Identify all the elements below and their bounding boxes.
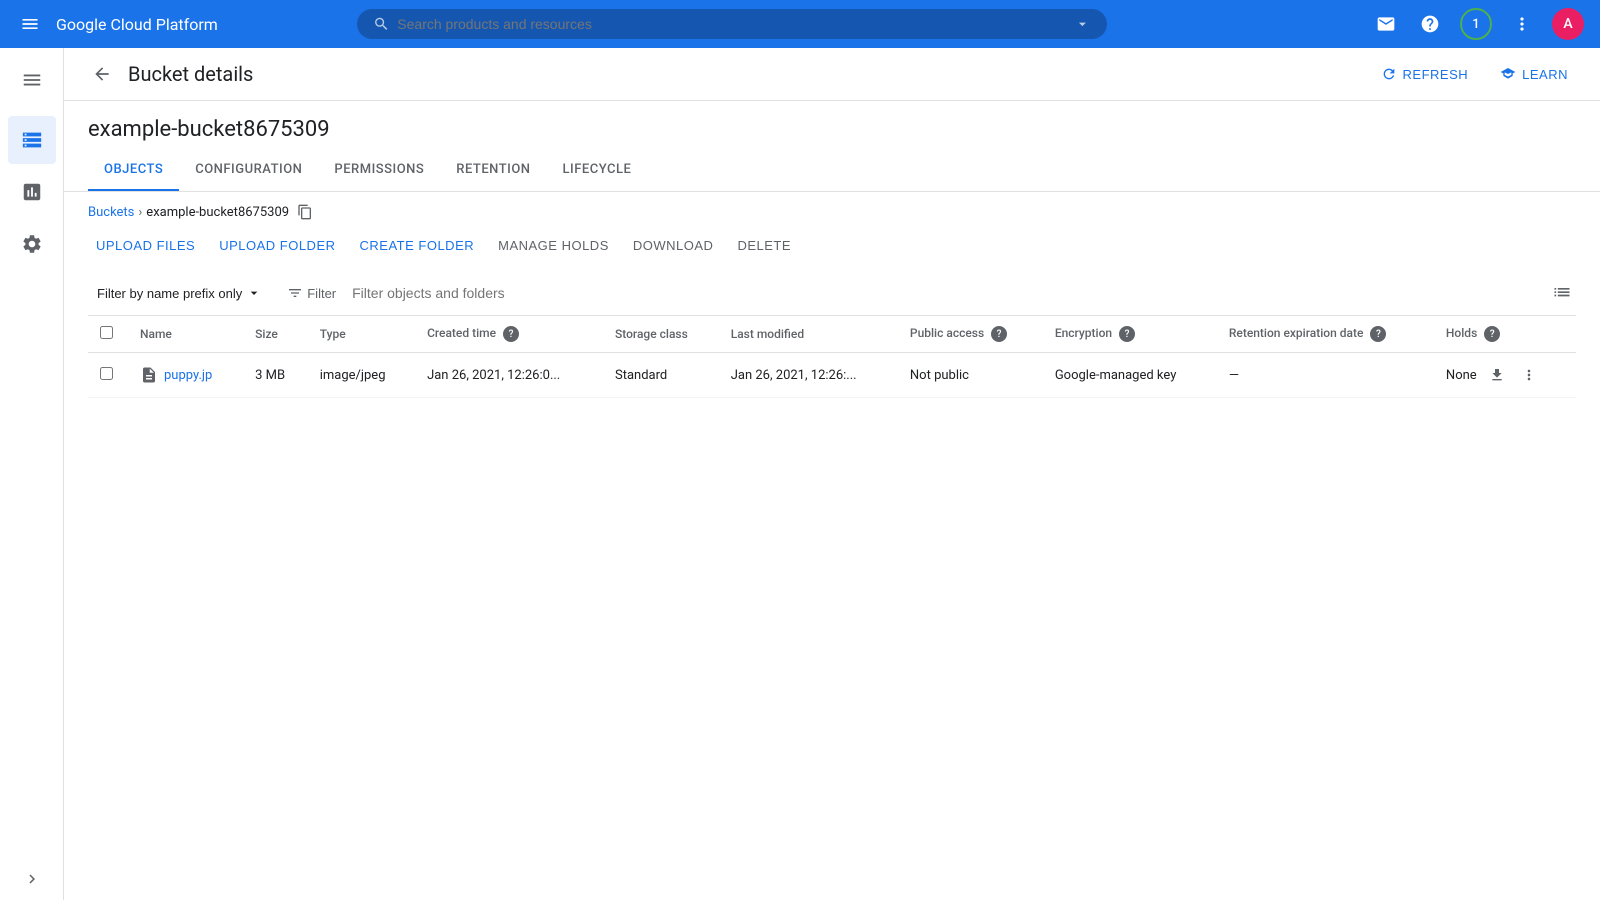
page-title: Bucket details — [128, 62, 253, 86]
notification-button[interactable]: 1 — [1460, 8, 1492, 40]
col-size: Size — [243, 316, 308, 353]
col-name: Name — [128, 316, 243, 353]
cell-name: puppy.jp — [128, 353, 243, 398]
filter-input[interactable] — [352, 285, 1540, 301]
manage-holds-button[interactable]: MANAGE HOLDS — [490, 232, 617, 259]
chevron-down-icon — [246, 285, 262, 301]
email-button[interactable] — [1372, 10, 1400, 38]
row-download-button[interactable] — [1485, 363, 1509, 387]
breadcrumb-separator: › — [138, 205, 142, 220]
expand-sidebar-button[interactable] — [19, 866, 45, 892]
cell-retention: — — [1217, 353, 1434, 398]
filter-button[interactable]: Filter — [279, 281, 344, 305]
tab-permissions[interactable]: PERMISSIONS — [318, 150, 440, 191]
breadcrumb-buckets[interactable]: Buckets — [88, 205, 134, 220]
cell-storage-class: Standard — [603, 353, 719, 398]
delete-button[interactable]: DELETE — [729, 232, 799, 259]
main-content: Bucket details REFRESH LEARN ex — [64, 48, 1600, 900]
download-button[interactable]: DOWNLOAD — [625, 232, 722, 259]
col-retention: Retention expiration date ? — [1217, 316, 1434, 353]
cell-encryption: Google-managed key — [1043, 353, 1217, 398]
upload-files-button[interactable]: UPLOAD FILES — [88, 232, 203, 259]
nav-right: 1 A — [1372, 8, 1584, 40]
more-options-button[interactable] — [1508, 10, 1536, 38]
action-buttons: UPLOAD FILES UPLOAD FOLDER CREATE FOLDER… — [88, 232, 1576, 259]
top-nav: Google Cloud Platform 1 — [0, 0, 1600, 48]
sidebar-item-analytics[interactable] — [8, 168, 56, 216]
upload-folder-button[interactable]: UPLOAD FOLDER — [211, 232, 343, 259]
file-icon — [140, 366, 158, 384]
search-input[interactable] — [397, 16, 1065, 32]
filter-icon — [287, 285, 303, 301]
density-icon — [1552, 283, 1572, 303]
row-checkbox[interactable] — [100, 367, 113, 380]
sidebar-item-settings[interactable] — [8, 220, 56, 268]
sidebar — [0, 48, 64, 900]
public-access-help-icon[interactable]: ? — [991, 326, 1007, 342]
more-vert-icon — [1521, 367, 1537, 383]
bucket-title-section: example-bucket8675309 — [64, 101, 1600, 142]
col-last-modified: Last modified — [719, 316, 898, 353]
dropdown-icon — [1074, 15, 1091, 33]
col-type: Type — [308, 316, 415, 353]
retention-help-icon[interactable]: ? — [1370, 326, 1386, 342]
refresh-button[interactable]: REFRESH — [1373, 60, 1477, 88]
row-more-button[interactable] — [1517, 363, 1541, 387]
objects-table: Name Size Type Created time ? Storage cl… — [88, 316, 1576, 398]
col-storage-class: Storage class — [603, 316, 719, 353]
tab-configuration[interactable]: CONFIGURATION — [179, 150, 318, 191]
col-holds: Holds ? — [1434, 316, 1576, 353]
content-area: Buckets › example-bucket8675309 UPLOAD F… — [64, 192, 1600, 900]
download-icon — [1489, 367, 1505, 383]
bucket-name: example-bucket8675309 — [88, 117, 1576, 142]
back-button[interactable] — [88, 60, 116, 88]
app-title: Google Cloud Platform — [56, 15, 218, 34]
tabs: OBJECTS CONFIGURATION PERMISSIONS RETENT… — [64, 150, 1600, 192]
learn-button[interactable]: LEARN — [1492, 60, 1576, 88]
file-name[interactable]: puppy.jp — [164, 368, 212, 383]
breadcrumb-current: example-bucket8675309 — [146, 205, 289, 220]
filter-row: Filter by name prefix only Filter — [88, 271, 1576, 316]
search-icon — [373, 15, 390, 33]
tab-lifecycle[interactable]: LIFECYCLE — [547, 150, 648, 191]
breadcrumb: Buckets › example-bucket8675309 — [88, 204, 1576, 220]
encryption-help-icon[interactable]: ? — [1119, 326, 1135, 342]
create-folder-button[interactable]: CREATE FOLDER — [352, 232, 483, 259]
help-button[interactable] — [1416, 10, 1444, 38]
col-created-time: Created time ? — [415, 316, 603, 353]
table-row: puppy.jp 3 MB image/jpeg Jan 26, 2021, 1… — [88, 353, 1576, 398]
search-bar — [357, 9, 1107, 39]
cell-public-access: Not public — [898, 353, 1043, 398]
cell-created-time: Jan 26, 2021, 12:26:0... — [415, 353, 603, 398]
select-all-checkbox[interactable] — [100, 326, 113, 339]
tab-retention[interactable]: RETENTION — [440, 150, 546, 191]
hamburger-menu-button[interactable] — [16, 10, 44, 38]
cell-type: image/jpeg — [308, 353, 415, 398]
cell-last-modified: Jan 26, 2021, 12:26:... — [719, 353, 898, 398]
tab-objects[interactable]: OBJECTS — [88, 150, 179, 191]
holds-help-icon[interactable]: ? — [1484, 326, 1500, 342]
cell-size: 3 MB — [243, 353, 308, 398]
page-header: Bucket details REFRESH LEARN — [64, 48, 1600, 101]
cell-holds: None — [1434, 353, 1576, 398]
copy-icon[interactable] — [297, 204, 313, 220]
col-public-access: Public access ? — [898, 316, 1043, 353]
filter-prefix-button[interactable]: Filter by name prefix only — [88, 280, 271, 306]
density-button[interactable] — [1548, 279, 1576, 307]
sidebar-item-home[interactable] — [8, 56, 56, 104]
created-time-help-icon[interactable]: ? — [503, 326, 519, 342]
col-encryption: Encryption ? — [1043, 316, 1217, 353]
sidebar-item-storage[interactable] — [8, 116, 56, 164]
avatar[interactable]: A — [1552, 8, 1584, 40]
